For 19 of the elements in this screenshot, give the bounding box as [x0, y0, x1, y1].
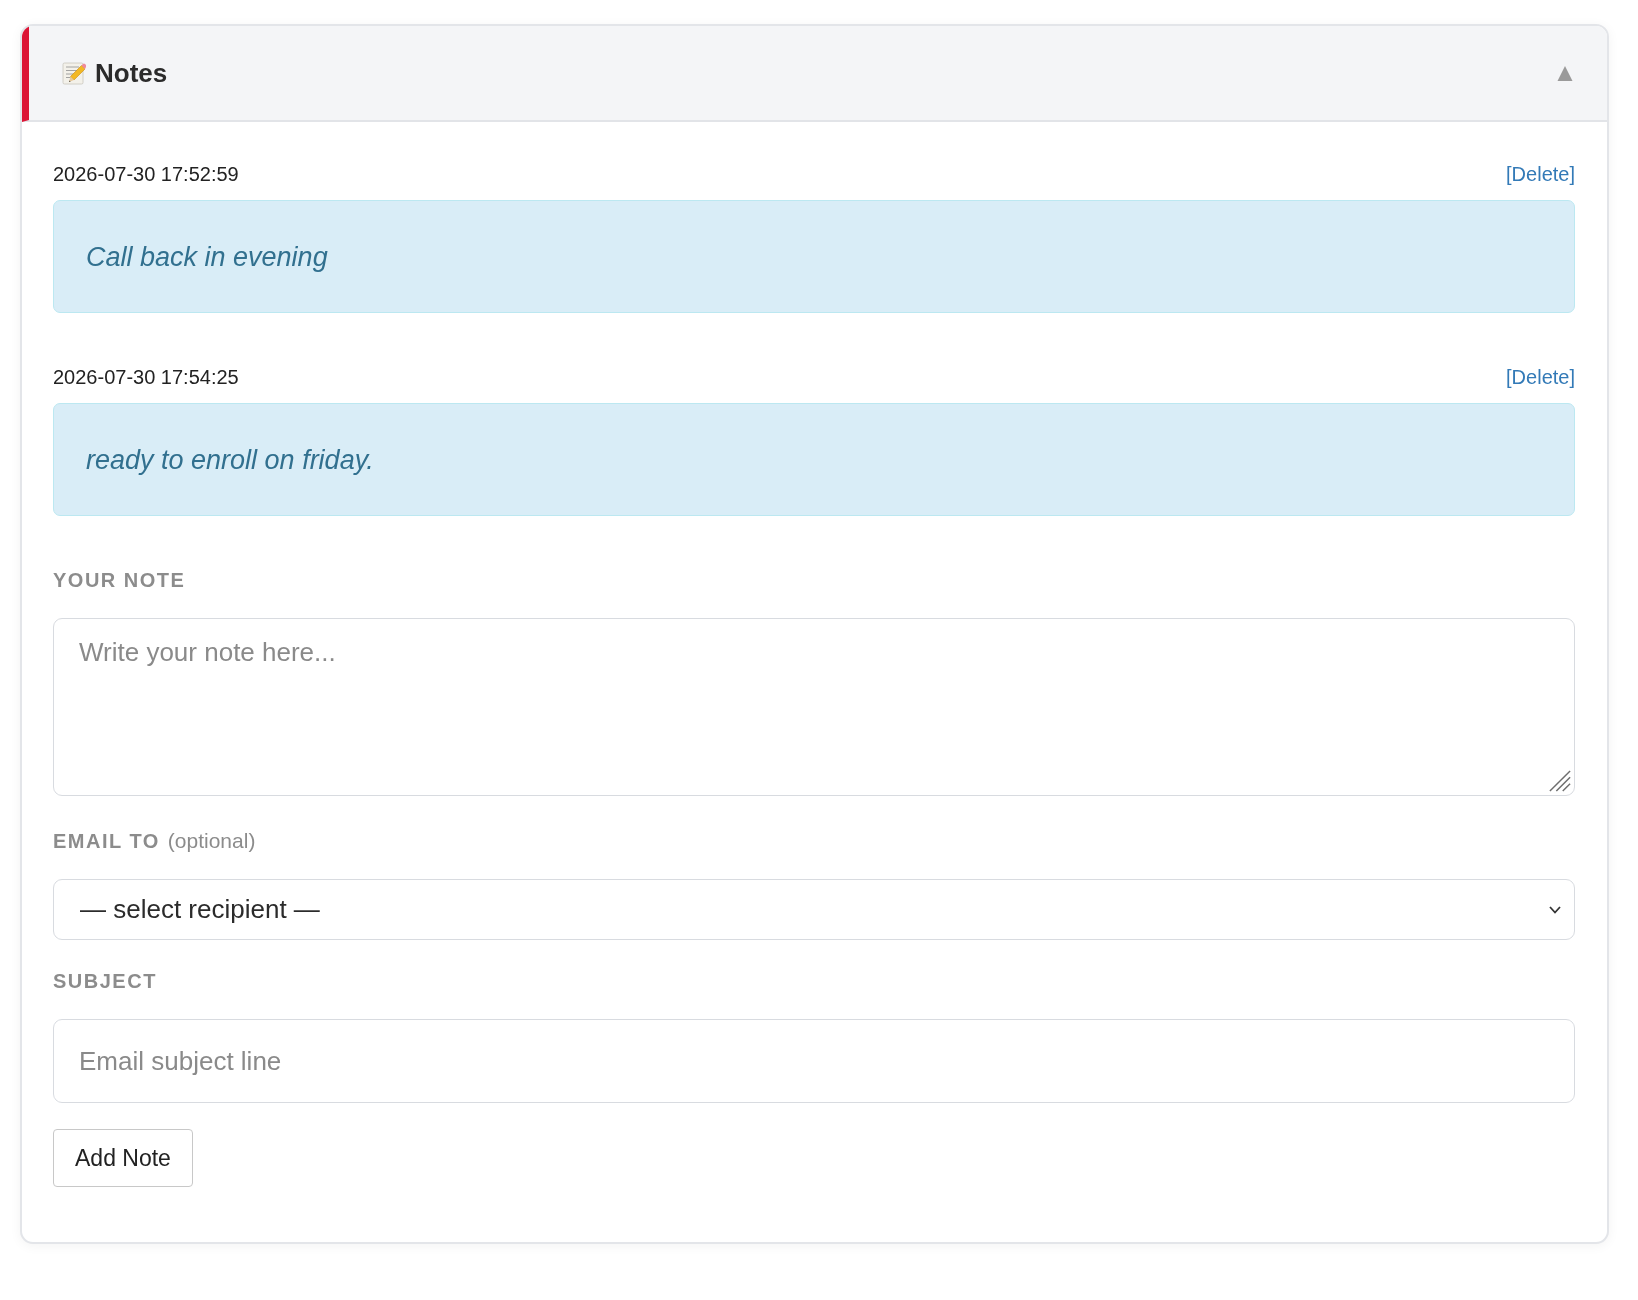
delete-link[interactable]: [Delete] [1506, 162, 1575, 186]
panel-title: Notes [95, 57, 168, 89]
delete-link[interactable]: [Delete] [1506, 365, 1575, 389]
field-label: YOUR NOTE [53, 568, 186, 592]
note-text: ready to enroll on friday. [86, 443, 374, 476]
resize-grip-icon[interactable] [1549, 770, 1571, 792]
add-note-button[interactable]: Add Note [53, 1129, 193, 1187]
field-label: EMAIL TO [53, 829, 160, 853]
optional-hint: (optional) [167, 829, 256, 853]
note-text: Call back in evening [86, 240, 328, 273]
note-timestamp: 2026-07-30 17:52:59 [53, 162, 239, 186]
subject-input[interactable]: Email subject line [53, 1019, 1575, 1103]
chevron-down-icon [1549, 905, 1561, 914]
note-textarea[interactable]: Write your note here... [53, 618, 1575, 796]
note-timestamp: 2026-07-30 17:54:25 [53, 365, 239, 389]
field-label: SUBJECT [53, 969, 157, 993]
recipient-select[interactable]: — select recipient — [53, 879, 1575, 940]
collapse-triangle-icon[interactable] [1557, 65, 1573, 81]
memo-pencil-icon [62, 61, 86, 85]
